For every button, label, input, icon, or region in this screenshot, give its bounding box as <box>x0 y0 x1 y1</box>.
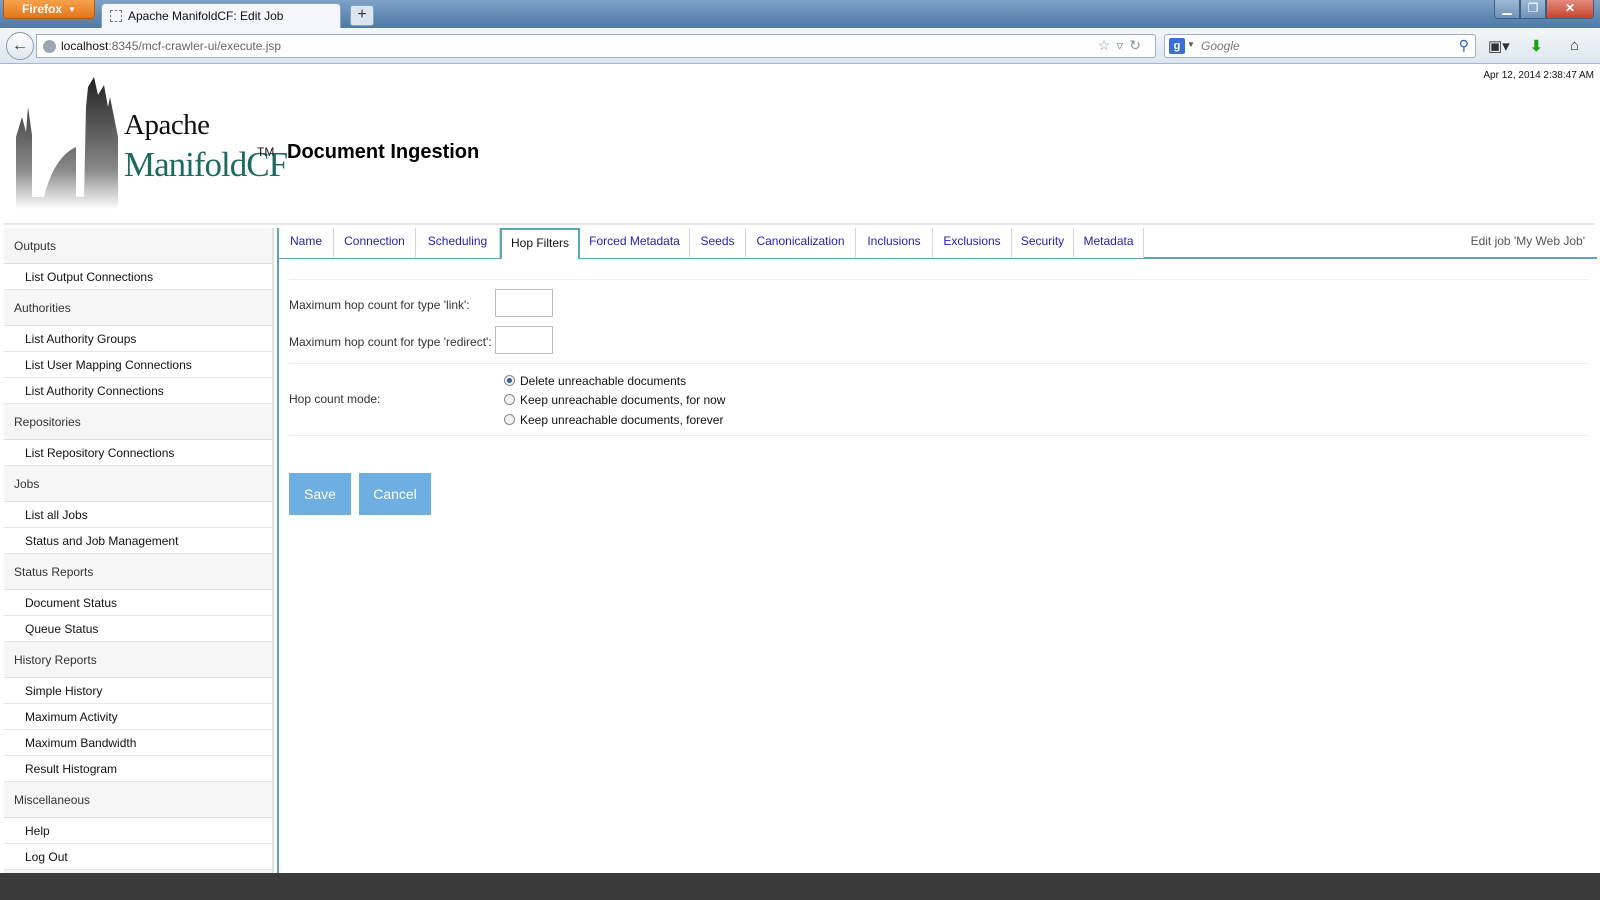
sidebar-item-maximum-bandwidth[interactable]: Maximum Bandwidth <box>4 730 272 756</box>
redirect-hop-count-input[interactable] <box>495 326 553 354</box>
sidebar-item-maximum-activity[interactable]: Maximum Activity <box>4 704 272 730</box>
close-window-button[interactable]: ✕ <box>1546 0 1594 19</box>
edit-job-label: Edit job 'My Web Job' <box>1470 234 1585 248</box>
sidebar-item-list-output-connections[interactable]: List Output Connections <box>4 264 272 290</box>
castle-logo-icon <box>16 77 118 209</box>
sidebar-item-list-authority-connections[interactable]: List Authority Connections <box>4 378 272 404</box>
home-icon[interactable]: ⌂ <box>1570 37 1579 54</box>
bookmark-star-icon[interactable]: ☆▿↻ <box>1098 37 1147 54</box>
sidebar-item-result-histogram[interactable]: Result Histogram <box>4 756 272 782</box>
downloads-icon[interactable]: ⬇ <box>1530 37 1543 55</box>
redirect-hop-count-label: Maximum hop count for type 'redirect': <box>289 335 492 349</box>
sidebar-section-miscellaneous: Miscellaneous <box>4 782 272 818</box>
sidebar: Outputs List Output Connections Authorit… <box>4 228 274 873</box>
tab-seeds[interactable]: Seeds <box>690 228 746 258</box>
url-host: localhost <box>61 39 109 53</box>
save-button[interactable]: Save <box>289 473 351 515</box>
search-placeholder: Google <box>1201 39 1240 53</box>
link-hop-count-input[interactable] <box>495 289 553 317</box>
search-icon[interactable]: ⚲ <box>1459 37 1469 54</box>
tab-security[interactable]: Security <box>1012 228 1074 258</box>
taskbar <box>0 873 1600 900</box>
url-path: :8345/mcf-crawler-ui/execute.jsp <box>108 39 282 53</box>
job-tabs: Name Connection Scheduling Hop Filters F… <box>279 228 1597 260</box>
browser-tab-title: Apache ManifoldCF: Edit Job <box>128 9 284 23</box>
page-content: Apr 12, 2014 2:38:47 AM Apache ManifoldC… <box>0 65 1600 873</box>
main-panel: Name Connection Scheduling Hop Filters F… <box>277 228 1597 873</box>
page-title: Document Ingestion <box>287 141 480 163</box>
mode-option-label: Keep unreachable documents, forever <box>520 413 724 427</box>
tab-inclusions[interactable]: Inclusions <box>856 228 933 258</box>
url-bar[interactable]: localhost:8345/mcf-crawler-ui/execute.js… <box>36 34 1156 58</box>
mode-option-label: Delete unreachable documents <box>520 374 687 388</box>
browser-tab[interactable]: Apache ManifoldCF: Edit Job <box>101 3 341 28</box>
back-button[interactable]: ← <box>6 32 34 60</box>
sidebar-item-help[interactable]: Help <box>4 818 272 844</box>
maximize-button[interactable]: ❐ <box>1520 0 1546 19</box>
sidebar-section-status-reports: Status Reports <box>4 554 272 590</box>
sidebar-item-list-authority-groups[interactable]: List Authority Groups <box>4 326 272 352</box>
mode-option-delete[interactable]: Delete unreachable documents <box>504 374 686 388</box>
radio-selected-icon[interactable] <box>504 375 515 386</box>
chevron-down-icon[interactable]: ▼ <box>1187 40 1195 49</box>
form-divider <box>289 279 1589 280</box>
tab-metadata[interactable]: Metadata <box>1074 228 1144 258</box>
radio-icon[interactable] <box>504 394 515 405</box>
firefox-menu-button[interactable]: Firefox ▼ <box>3 0 95 19</box>
google-icon[interactable]: g <box>1169 38 1185 54</box>
timestamp: Apr 12, 2014 2:38:47 AM <box>1483 70 1594 81</box>
sidebar-section-repositories: Repositories <box>4 404 272 440</box>
manifoldcf-logo[interactable]: Apache ManifoldCF TM <box>14 77 288 209</box>
radio-icon[interactable] <box>504 414 515 425</box>
search-bar[interactable]: g ▼ Google ⚲ <box>1164 34 1476 58</box>
form-divider <box>289 363 1589 364</box>
sidebar-item-document-status[interactable]: Document Status <box>4 590 272 616</box>
sidebar-item-list-user-mapping-connections[interactable]: List User Mapping Connections <box>4 352 272 378</box>
mode-option-keep-for-now[interactable]: Keep unreachable documents, for now <box>504 393 725 407</box>
mode-option-label: Keep unreachable documents, for now <box>520 393 726 407</box>
sidebar-section-authorities: Authorities <box>4 290 272 326</box>
tab-forced-metadata[interactable]: Forced Metadata <box>580 228 690 258</box>
sidebar-item-simple-history[interactable]: Simple History <box>4 678 272 704</box>
page-favicon-icon <box>110 10 122 22</box>
header-divider <box>4 223 1594 225</box>
logo-trademark: TM <box>257 145 275 159</box>
tab-connection[interactable]: Connection <box>334 228 416 258</box>
sidebar-section-jobs: Jobs <box>4 466 272 502</box>
bookmarks-menu-icon[interactable]: ▣▾ <box>1488 37 1510 55</box>
tab-name[interactable]: Name <box>279 228 334 258</box>
navigation-toolbar: ← localhost:8345/mcf-crawler-ui/execute.… <box>0 28 1600 64</box>
link-hop-count-label: Maximum hop count for type 'link': <box>289 298 470 312</box>
cancel-button[interactable]: Cancel <box>359 473 431 515</box>
firefox-menu-label: Firefox <box>22 2 63 16</box>
tab-exclusions[interactable]: Exclusions <box>933 228 1012 258</box>
new-tab-button[interactable]: + <box>350 5 374 26</box>
globe-icon <box>43 40 56 53</box>
sidebar-item-status-and-job-management[interactable]: Status and Job Management <box>4 528 272 554</box>
hop-count-mode-label: Hop count mode: <box>289 392 381 406</box>
sidebar-item-list-repository-connections[interactable]: List Repository Connections <box>4 440 272 466</box>
sidebar-item-log-out[interactable]: Log Out <box>4 844 272 870</box>
logo-text-apache: Apache <box>124 109 210 141</box>
sidebar-item-queue-status[interactable]: Queue Status <box>4 616 272 642</box>
sidebar-section-history-reports: History Reports <box>4 642 272 678</box>
mode-option-keep-forever[interactable]: Keep unreachable documents, forever <box>504 413 723 427</box>
tab-hop-filters[interactable]: Hop Filters <box>500 228 580 260</box>
sidebar-section-outputs: Outputs <box>4 228 272 264</box>
chevron-down-icon: ▼ <box>68 5 76 14</box>
window-titlebar: Firefox ▼ Apache ManifoldCF: Edit Job + ▁… <box>0 0 1600 28</box>
tab-canonicalization[interactable]: Canonicalization <box>746 228 856 258</box>
form-divider <box>289 435 1589 436</box>
sidebar-item-list-all-jobs[interactable]: List all Jobs <box>4 502 272 528</box>
tab-scheduling[interactable]: Scheduling <box>416 228 500 258</box>
minimize-button[interactable]: ▁ <box>1494 0 1520 19</box>
